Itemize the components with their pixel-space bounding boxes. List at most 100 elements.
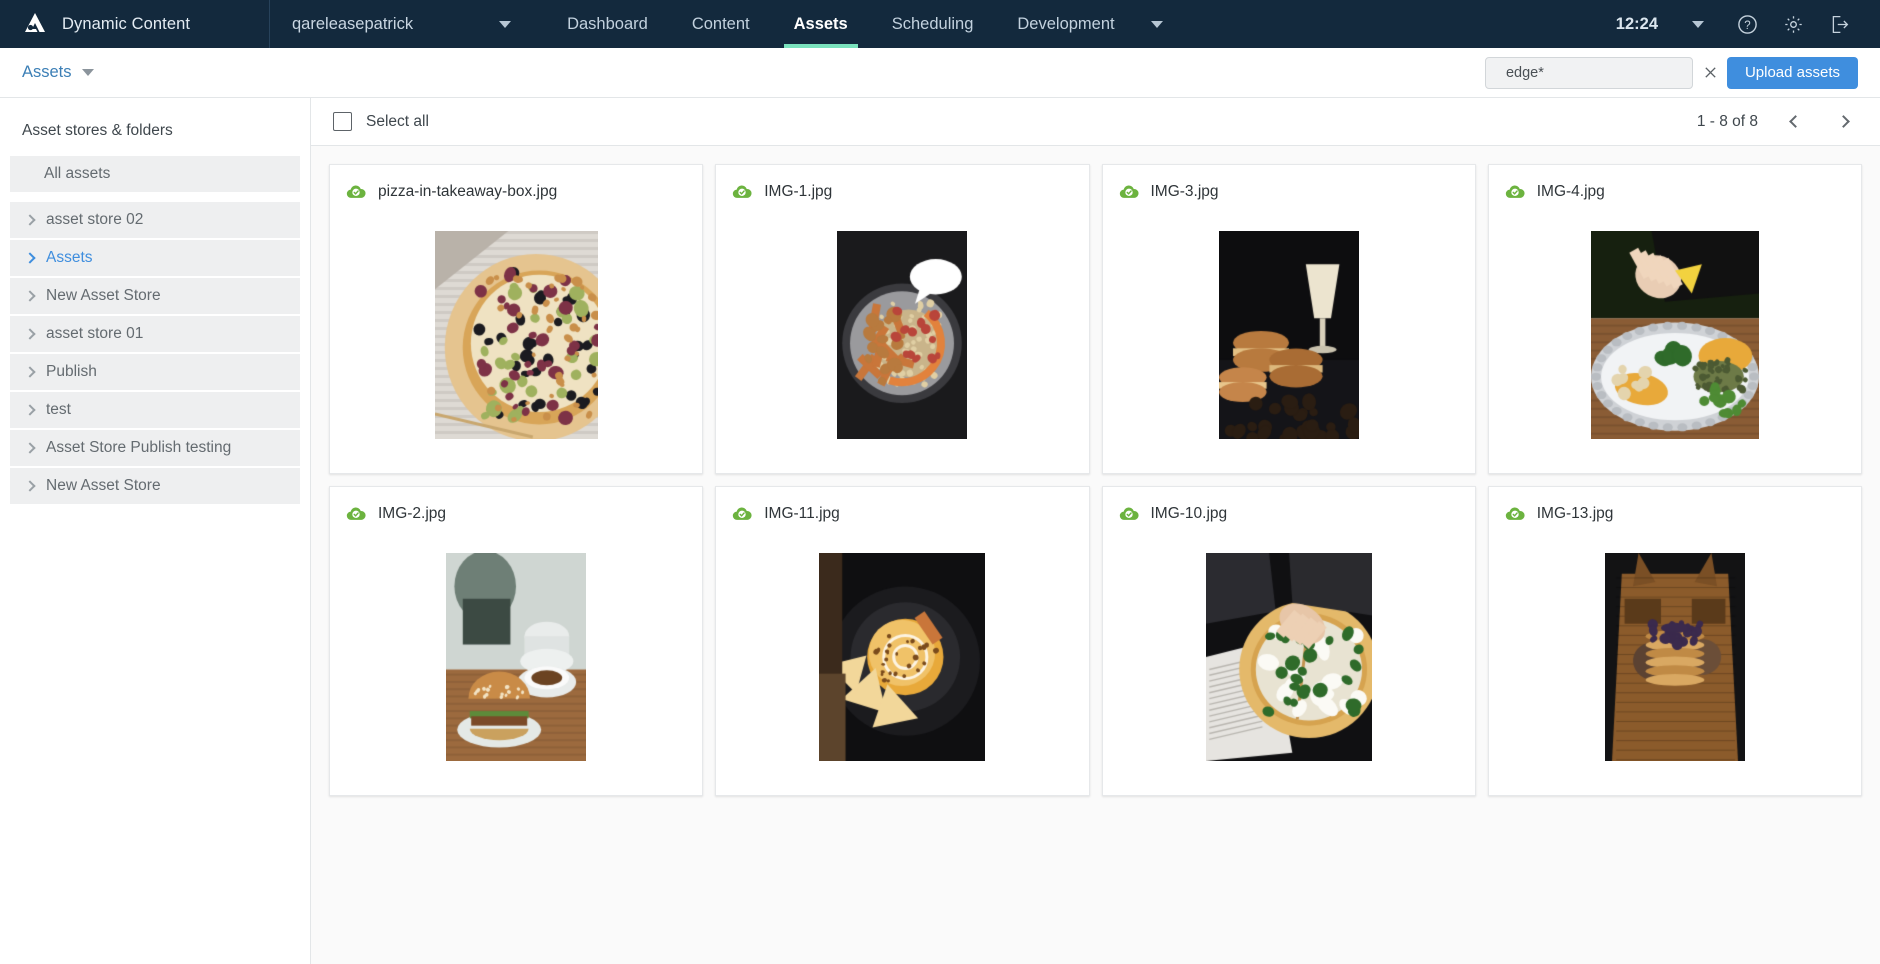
asset-name: IMG-4.jpg xyxy=(1537,183,1605,201)
chevron-right-icon xyxy=(24,480,35,491)
asset-grid-scroll[interactable]: pizza-in-takeaway-box.jpg IMG-1.jpg IMG-… xyxy=(311,146,1880,964)
sidebar-item-test[interactable]: test xyxy=(10,392,300,428)
question-circle-icon: ? xyxy=(1737,14,1758,35)
sign-out-button[interactable] xyxy=(1816,0,1862,48)
asset-thumbnail[interactable] xyxy=(819,553,985,761)
tab-dashboard-label: Dashboard xyxy=(567,15,648,34)
asset-thumbnail[interactable] xyxy=(1219,231,1359,439)
sub-header-bar: Assets Upload assets xyxy=(0,48,1880,98)
asset-name: pizza-in-takeaway-box.jpg xyxy=(378,183,557,201)
amplience-logo-icon xyxy=(22,11,48,37)
sidebar-item-asset-store-02[interactable]: asset store 02 xyxy=(10,202,300,238)
asset-thumbnail[interactable] xyxy=(1605,553,1745,761)
asset-thumbnail[interactable] xyxy=(446,553,586,761)
account-selector[interactable]: qareleasepatrick xyxy=(270,0,531,48)
gear-icon xyxy=(1783,14,1804,35)
asset-card[interactable]: IMG-3.jpg xyxy=(1102,164,1476,474)
asset-thumbnail-wrap xyxy=(346,205,686,473)
asset-name: IMG-10.jpg xyxy=(1151,505,1228,523)
chevron-right-icon xyxy=(24,214,35,225)
asset-thumbnail[interactable] xyxy=(837,231,967,439)
page-body: Asset stores & folders All assets asset … xyxy=(0,98,1880,964)
pagination-next-button[interactable] xyxy=(1832,111,1854,133)
asset-card[interactable]: IMG-2.jpg xyxy=(329,486,703,796)
sub-header-actions: Upload assets xyxy=(1485,57,1858,89)
asset-thumbnail-wrap xyxy=(1119,527,1459,795)
sidebar-item-publish[interactable]: Publish xyxy=(10,354,300,390)
chevron-right-icon xyxy=(24,328,35,339)
tab-scheduling[interactable]: Scheduling xyxy=(870,0,996,48)
chevron-right-icon xyxy=(24,366,35,377)
tab-assets[interactable]: Assets xyxy=(772,0,870,48)
sidebar-item-asset-store-publish-testing[interactable]: Asset Store Publish testing xyxy=(10,430,300,466)
breadcrumb[interactable]: Assets xyxy=(22,63,94,82)
sidebar-item-label: All assets xyxy=(44,165,110,183)
tab-development-label: Development xyxy=(1017,15,1114,34)
svg-text:?: ? xyxy=(1744,20,1750,32)
asset-card-header: IMG-2.jpg xyxy=(346,501,686,527)
asset-grid-toolbar: Select all 1 - 8 of 8 xyxy=(311,98,1880,146)
breadcrumb-label: Assets xyxy=(22,63,72,82)
tab-development[interactable]: Development xyxy=(995,0,1136,48)
select-all-checkbox[interactable] xyxy=(333,112,352,131)
search-box[interactable] xyxy=(1485,57,1693,89)
sidebar-item-label: Publish xyxy=(46,363,97,381)
select-all-control[interactable]: Select all xyxy=(333,112,429,131)
asset-store-tree: All assets asset store 02 Assets New Ass… xyxy=(0,156,310,504)
nav-overflow-button[interactable] xyxy=(1137,0,1181,48)
asset-thumbnail-wrap xyxy=(1119,205,1459,473)
clock-chevron-down-icon[interactable] xyxy=(1692,21,1704,28)
tab-content[interactable]: Content xyxy=(670,0,772,48)
asset-card[interactable]: IMG-10.jpg xyxy=(1102,486,1476,796)
sidebar: Asset stores & folders All assets asset … xyxy=(0,98,311,964)
tab-dashboard[interactable]: Dashboard xyxy=(545,0,670,48)
main-content: Select all 1 - 8 of 8 pizza-in-takeaway-… xyxy=(311,98,1880,964)
cloud-check-icon xyxy=(1505,182,1525,202)
sidebar-item-new-asset-store[interactable]: New Asset Store xyxy=(10,278,300,314)
sidebar-item-label: asset store 01 xyxy=(46,325,143,343)
brand-area[interactable]: Dynamic Content xyxy=(0,0,270,48)
asset-card-header: IMG-4.jpg xyxy=(1505,179,1845,205)
sidebar-item-asset-store-01[interactable]: asset store 01 xyxy=(10,316,300,352)
top-nav-right-group: 12:24 ? xyxy=(1616,0,1880,48)
chevron-right-icon xyxy=(24,252,35,263)
asset-thumbnail-wrap xyxy=(1505,205,1845,473)
asset-thumbnail[interactable] xyxy=(1591,231,1759,439)
upload-assets-button[interactable]: Upload assets xyxy=(1727,57,1858,89)
sidebar-item-label: Assets xyxy=(46,249,93,267)
pagination-count: 1 - 8 of 8 xyxy=(1697,113,1758,131)
asset-card[interactable]: IMG-11.jpg xyxy=(715,486,1089,796)
asset-card[interactable]: pizza-in-takeaway-box.jpg xyxy=(329,164,703,474)
sidebar-item-label: test xyxy=(46,401,71,419)
tab-assets-label: Assets xyxy=(794,15,848,34)
chevron-right-icon xyxy=(24,442,35,453)
clear-search-button[interactable] xyxy=(1703,65,1718,80)
settings-button[interactable] xyxy=(1770,0,1816,48)
asset-thumbnail[interactable] xyxy=(435,231,598,439)
asset-thumbnail-wrap xyxy=(732,527,1072,795)
asset-card-header: IMG-11.jpg xyxy=(732,501,1072,527)
sidebar-item-label: New Asset Store xyxy=(46,287,161,305)
asset-card-header: pizza-in-takeaway-box.jpg xyxy=(346,179,686,205)
sign-out-icon xyxy=(1829,14,1850,35)
chevron-right-icon xyxy=(24,290,35,301)
sidebar-item-label: New Asset Store xyxy=(46,477,161,495)
asset-name: IMG-11.jpg xyxy=(764,505,840,523)
asset-card[interactable]: IMG-13.jpg xyxy=(1488,486,1862,796)
sidebar-item-new-asset-store-2[interactable]: New Asset Store xyxy=(10,468,300,504)
asset-card[interactable]: IMG-4.jpg xyxy=(1488,164,1862,474)
sidebar-title: Asset stores & folders xyxy=(0,98,310,156)
sidebar-item-assets[interactable]: Assets xyxy=(10,240,300,276)
asset-card[interactable]: IMG-1.jpg xyxy=(715,164,1089,474)
select-all-label: Select all xyxy=(366,113,429,131)
chevron-right-icon xyxy=(1837,115,1850,128)
asset-thumbnail[interactable] xyxy=(1206,553,1372,761)
cloud-check-icon xyxy=(1505,504,1525,524)
chevron-down-icon xyxy=(1151,21,1163,28)
tab-scheduling-label: Scheduling xyxy=(892,15,974,34)
help-button[interactable]: ? xyxy=(1724,0,1770,48)
sidebar-item-all-assets[interactable]: All assets xyxy=(10,156,300,192)
search-input[interactable] xyxy=(1506,65,1693,81)
caret-down-icon xyxy=(82,69,94,76)
pagination-prev-button[interactable] xyxy=(1784,111,1806,133)
